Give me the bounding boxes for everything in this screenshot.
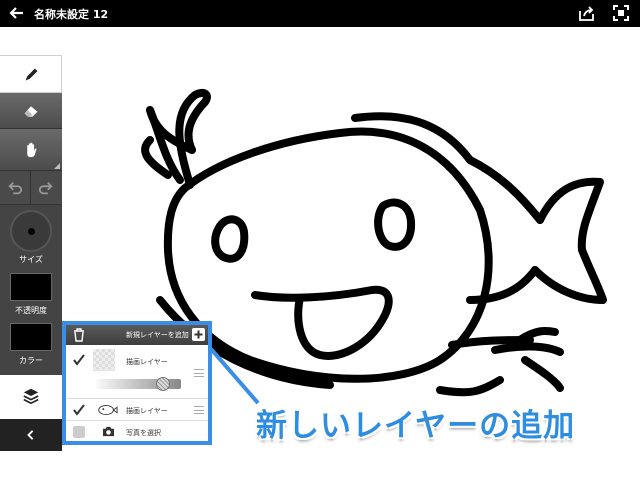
hand-icon (27, 142, 37, 158)
photo-layer-row[interactable]: 写真を選択 (66, 421, 208, 443)
size-label: サイズ (19, 255, 43, 264)
layer-name: 描画レイヤー (126, 358, 168, 366)
add-layer-label: 新規レイヤーを追加 (126, 331, 189, 339)
layer-thumbnail-fish (98, 404, 118, 416)
undo-icon (8, 182, 23, 195)
opacity-swatch[interactable] (10, 273, 52, 301)
redo-icon (38, 182, 53, 195)
layer-thumbnail (93, 349, 115, 371)
drag-handle-icon[interactable] (194, 406, 204, 414)
checkmark-icon[interactable] (72, 353, 86, 367)
layer-row[interactable]: 描画レイヤー (66, 345, 208, 399)
document-title: 名称未設定 12 (34, 8, 109, 21)
add-layer-button[interactable] (192, 328, 205, 341)
brush-size-dot (28, 228, 35, 235)
slider-knob[interactable] (156, 377, 170, 391)
pen-icon (25, 68, 38, 81)
tool-sidebar: サイズ 不透明度 カラー (0, 55, 62, 451)
photo-layer-checkbox[interactable] (73, 426, 85, 438)
undo-button[interactable] (0, 171, 31, 205)
fullscreen-icon[interactable] (613, 5, 629, 21)
checkmark-icon[interactable] (72, 403, 86, 417)
eraser-tool-button[interactable] (0, 93, 62, 129)
hand-tool-button[interactable] (0, 129, 62, 171)
layer-panel: 新規レイヤーを追加 描画レイヤー 描画レイヤー 写真を選択 (62, 321, 212, 445)
chevron-left-icon (27, 430, 34, 440)
color-label: カラー (19, 356, 43, 365)
top-bar: 名称未設定 12 (0, 0, 640, 27)
annotation-caption: 新しいレイヤーの追加 (256, 408, 576, 444)
pen-tool-button[interactable] (0, 55, 62, 93)
layer-panel-header: 新規レイヤーを追加 (66, 325, 208, 345)
corner-triangle-icon (54, 163, 60, 169)
brush-size-dial[interactable] (10, 210, 52, 252)
plus-icon (194, 330, 203, 339)
trash-icon[interactable] (73, 328, 85, 342)
eraser-icon (24, 106, 38, 117)
layers-button[interactable] (0, 375, 62, 419)
color-swatch[interactable] (10, 323, 52, 351)
camera-icon (103, 426, 114, 437)
drag-handle-icon[interactable] (194, 369, 204, 377)
layer-name: 描画レイヤー (126, 407, 168, 415)
redo-button[interactable] (31, 171, 62, 205)
arrow-left-icon[interactable] (9, 5, 25, 21)
opacity-label: 不透明度 (15, 306, 47, 315)
layer-name: 写真を選択 (126, 429, 161, 437)
layer-row[interactable]: 描画レイヤー (66, 399, 208, 421)
collapse-toolbar-button[interactable] (0, 419, 62, 451)
layers-icon (23, 388, 39, 405)
share-icon[interactable] (578, 5, 595, 22)
layer-opacity-slider[interactable] (96, 377, 181, 391)
